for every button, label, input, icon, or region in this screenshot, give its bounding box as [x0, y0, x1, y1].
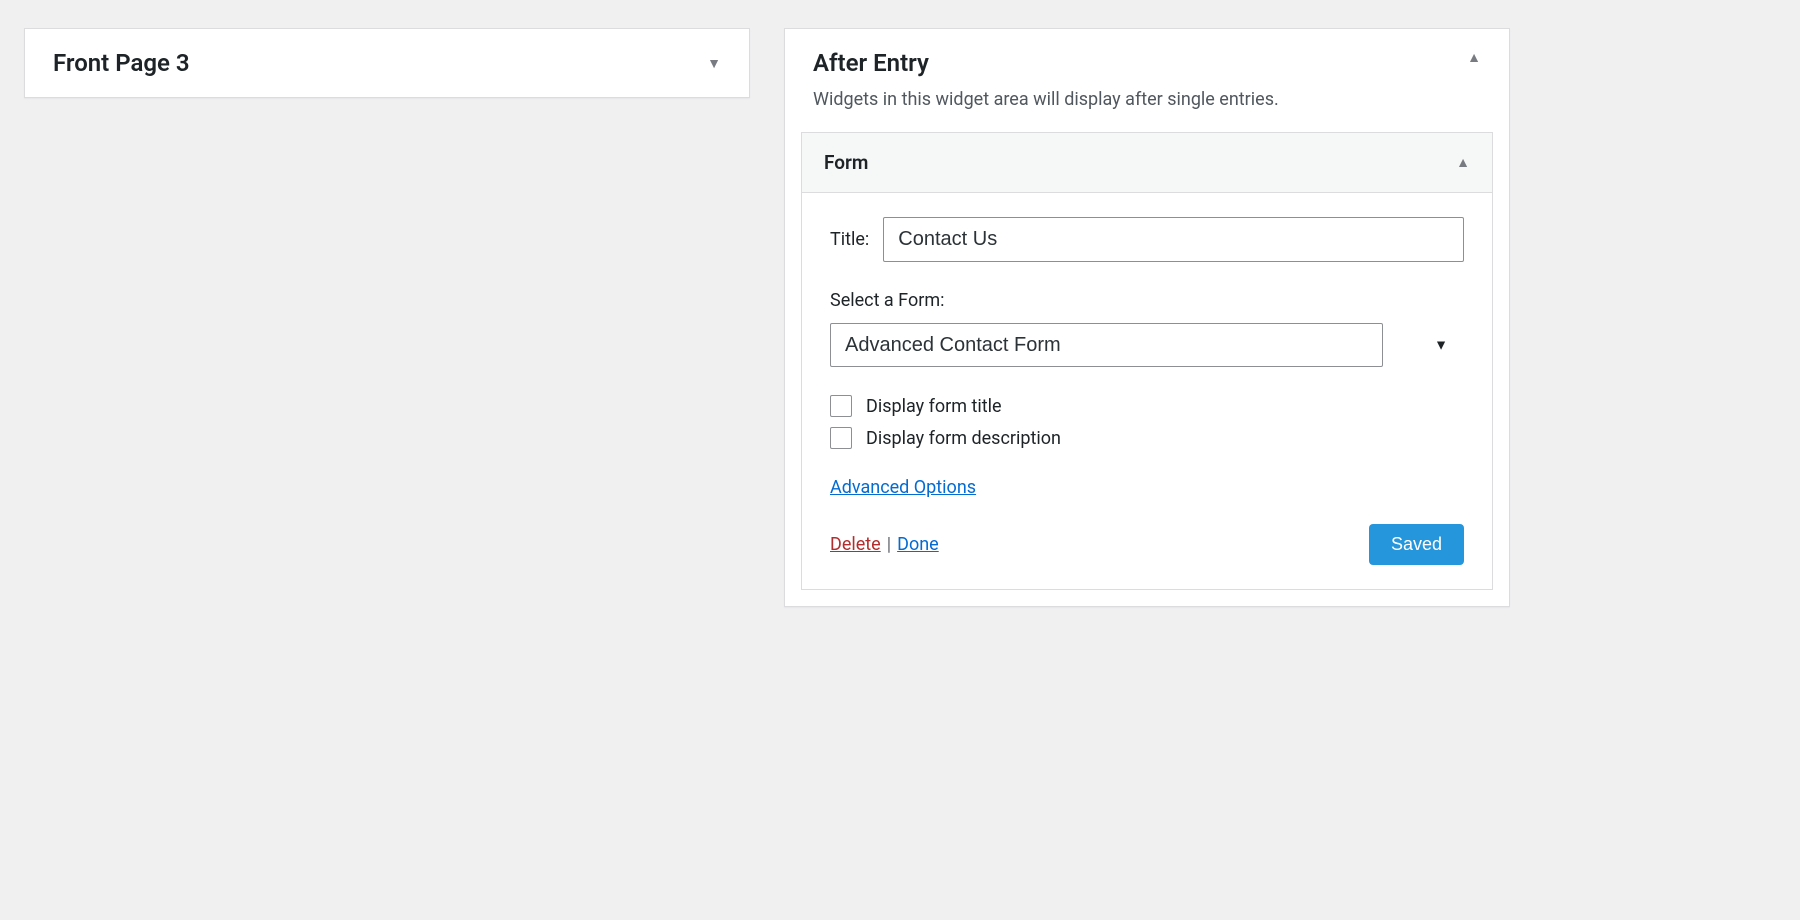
display-form-description-checkbox[interactable] [830, 427, 852, 449]
advanced-options-link[interactable]: Advanced Options [830, 477, 976, 498]
chevron-down-icon: ▼ [1434, 337, 1448, 354]
widget-item-form: Form ▲ Title: Select a Form: Ad [801, 132, 1493, 590]
widget-list: Form ▲ Title: Select a Form: Ad [785, 132, 1509, 606]
select-form-dropdown[interactable]: Advanced Contact Form [830, 323, 1383, 367]
title-label: Title: [830, 229, 869, 250]
display-form-description-label[interactable]: Display form description [866, 428, 1061, 449]
widget-item-header[interactable]: Form ▲ [802, 133, 1492, 193]
display-form-title-checkbox[interactable] [830, 395, 852, 417]
saved-button[interactable]: Saved [1369, 524, 1464, 565]
widget-item-title: Form [824, 151, 868, 174]
done-link[interactable]: Done [897, 534, 939, 555]
widget-area-title: Front Page 3 [53, 49, 190, 77]
checkbox-group: Display form title Display form descript… [830, 395, 1464, 449]
widget-body: Title: Select a Form: Advanced Contact F… [802, 193, 1492, 589]
advanced-options-row: Advanced Options [830, 477, 1464, 498]
widget-area-header[interactable]: After Entry ▲ [785, 29, 1509, 77]
select-form-label: Select a Form: [830, 290, 1464, 311]
chevron-up-icon: ▲ [1467, 49, 1481, 66]
select-wrapper: Advanced Contact Form ▼ [830, 323, 1464, 367]
title-input[interactable] [883, 217, 1464, 262]
widget-area-description: Widgets in this widget area will display… [785, 77, 1509, 132]
select-form-row: Select a Form: Advanced Contact Form ▼ [830, 290, 1464, 367]
widget-area-title: After Entry [813, 49, 929, 77]
widget-controls: Delete | Done Saved [830, 524, 1464, 565]
checkbox-row-display-description: Display form description [830, 427, 1464, 449]
title-row: Title: [830, 217, 1464, 262]
delete-link[interactable]: Delete [830, 534, 881, 555]
widget-control-links: Delete | Done [830, 534, 939, 555]
widget-area-after-entry: After Entry ▲ Widgets in this widget are… [784, 28, 1510, 607]
separator: | [887, 534, 891, 555]
chevron-down-icon: ▼ [707, 55, 721, 72]
chevron-up-icon: ▲ [1456, 154, 1470, 171]
widget-area-front-page-3[interactable]: Front Page 3 ▼ [24, 28, 750, 98]
display-form-title-label[interactable]: Display form title [866, 396, 1002, 417]
checkbox-row-display-title: Display form title [830, 395, 1464, 417]
